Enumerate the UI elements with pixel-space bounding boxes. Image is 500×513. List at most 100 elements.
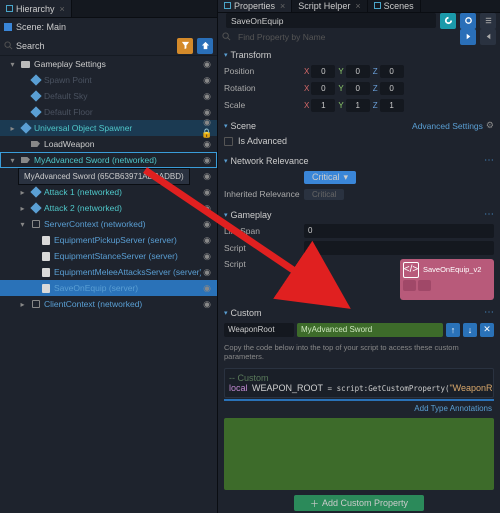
- tab-properties[interactable]: Properties×: [218, 0, 292, 12]
- chevron-down-icon: ▾: [344, 172, 349, 183]
- rot-z[interactable]: 0: [380, 82, 404, 95]
- script-action-2[interactable]: [418, 280, 431, 291]
- tree-row[interactable]: LoadWeapon◉: [0, 136, 217, 152]
- section-scene: ▾SceneAdvanced Settings⚙ Is Advanced: [218, 116, 500, 151]
- tab-icon: [6, 5, 13, 12]
- section-header[interactable]: ▾Gameplay⋯: [224, 207, 494, 223]
- tooltip: MyAdvanced Sword (65CB63971ADBADBD): [18, 168, 190, 185]
- relevance-dropdown[interactable]: Critical▾: [304, 171, 356, 184]
- sync-button[interactable]: [460, 13, 476, 29]
- tree-row[interactable]: ▸Universal Object Spawner◉🔒: [0, 120, 217, 136]
- tree-row[interactable]: ▸ClientContext (networked)◉: [0, 296, 217, 312]
- find-row: Find Property by Name: [218, 29, 500, 45]
- tree-row[interactable]: Default Sky◉: [0, 88, 217, 104]
- tree-row[interactable]: SaveOnEquip (server)◉: [0, 280, 217, 296]
- filter-button[interactable]: [177, 38, 193, 54]
- scl-z[interactable]: 1: [380, 99, 404, 112]
- hierarchy-tree[interactable]: ▾Gameplay Settings◉Spawn Point◉Default S…: [0, 56, 217, 513]
- tree-row[interactable]: ▸Attack 1 (networked)◉: [0, 184, 217, 200]
- close-icon[interactable]: ×: [280, 1, 285, 11]
- tab-icon: [224, 2, 231, 9]
- advanced-settings-link[interactable]: Advanced Settings: [412, 121, 483, 131]
- section-network: ▾Network Relevance⋯ Critical▾ Inherited …: [218, 151, 500, 205]
- inherited-value: Critical: [304, 189, 344, 200]
- scale-label: Scale: [224, 100, 300, 110]
- custom-hint: Copy the code below into the top of your…: [224, 339, 494, 367]
- rotation-label: Rotation: [224, 83, 300, 93]
- is-advanced-checkbox[interactable]: [224, 137, 233, 146]
- scl-x[interactable]: 1: [311, 99, 335, 112]
- more-icon[interactable]: ⋯: [484, 155, 494, 166]
- move-up-button[interactable]: ↑: [446, 323, 460, 337]
- rot-y[interactable]: 0: [346, 82, 370, 95]
- more-icon[interactable]: ⋯: [484, 307, 494, 318]
- section-header[interactable]: ▾Transform: [224, 47, 494, 63]
- properties-panel: Properties× Script Helper× Scenes SaveOn…: [218, 0, 500, 513]
- section-header[interactable]: ▾Custom⋯: [224, 305, 494, 321]
- close-icon[interactable]: ×: [60, 4, 65, 14]
- drop-zone[interactable]: [224, 418, 494, 490]
- tab-label: Hierarchy: [16, 4, 55, 14]
- revert-button[interactable]: [480, 29, 496, 45]
- pos-x[interactable]: 0: [311, 65, 335, 78]
- tree-row[interactable]: Spawn Point◉: [0, 72, 217, 88]
- tree-row[interactable]: ▸Attack 2 (networked)◉: [0, 200, 217, 216]
- inherited-label: Inherited Relevance: [224, 189, 300, 199]
- navigate-button[interactable]: [460, 29, 476, 45]
- script-input[interactable]: [304, 241, 494, 255]
- move-down-button[interactable]: ↓: [463, 323, 477, 337]
- close-icon[interactable]: ×: [355, 1, 360, 11]
- section-transform: ▾Transform PositionX0Y0Z0 RotationX0Y0Z0…: [218, 45, 500, 116]
- menu-button[interactable]: [480, 13, 496, 29]
- object-row: SaveOnEquip: [218, 13, 500, 29]
- custom-prop-name[interactable]: WeaponRoot: [224, 323, 294, 337]
- add-custom-property-button[interactable]: ＋Add Custom Property: [294, 495, 424, 511]
- tab-icon: [374, 2, 381, 9]
- right-tabbar: Properties× Script Helper× Scenes: [218, 0, 500, 13]
- script-action-1[interactable]: [403, 280, 416, 291]
- script2-label: Script: [224, 259, 300, 269]
- hierarchy-panel: Hierarchy × Scene: Main Search ▾Gameplay…: [0, 0, 218, 513]
- scene-header: Scene: Main: [0, 18, 217, 36]
- plus-icon: ＋: [310, 497, 319, 510]
- tree-row[interactable]: EquipmentStanceServer (server)◉: [0, 248, 217, 264]
- script-reference[interactable]: </>SaveOnEquip_v2: [400, 259, 494, 300]
- is-advanced-label: Is Advanced: [238, 136, 287, 146]
- tree-row[interactable]: EquipmentPickupServer (server)◉: [0, 232, 217, 248]
- pos-z[interactable]: 0: [380, 65, 404, 78]
- search-icon: [222, 32, 231, 41]
- scene-title: Scene: Main: [16, 22, 66, 32]
- tree-row[interactable]: EquipmentMeleeAttacksServer (server)◉: [0, 264, 217, 280]
- scene-icon: [4, 23, 12, 31]
- section-custom: ▾Custom⋯ WeaponRoot MyAdvanced Sword ↑ ↓…: [218, 303, 500, 513]
- object-name-input[interactable]: SaveOnEquip: [226, 13, 436, 28]
- delete-button[interactable]: ✕: [480, 323, 494, 337]
- position-label: Position: [224, 66, 300, 76]
- more-icon[interactable]: ⋯: [484, 209, 494, 220]
- lifespan-label: Life Span: [224, 226, 300, 236]
- code-snippet[interactable]: -- Custom local WEAPON_ROOT = script:Get…: [224, 368, 494, 398]
- rot-x[interactable]: 0: [311, 82, 335, 95]
- refresh-button[interactable]: [440, 13, 456, 29]
- gear-icon[interactable]: ⚙: [486, 120, 494, 131]
- tree-row[interactable]: Default Floor◉: [0, 104, 217, 120]
- lifespan-input[interactable]: 0: [304, 224, 494, 238]
- left-tabbar: Hierarchy ×: [0, 0, 217, 18]
- tab-scenes[interactable]: Scenes: [368, 0, 421, 12]
- search-input[interactable]: Search: [4, 41, 173, 51]
- pos-y[interactable]: 0: [346, 65, 370, 78]
- add-annotations-link[interactable]: Add Type Annotations: [224, 401, 494, 416]
- collapse-button[interactable]: [197, 38, 213, 54]
- tree-row[interactable]: ▾MyAdvanced Sword (networked)◉: [0, 152, 217, 168]
- section-header[interactable]: ▾SceneAdvanced Settings⚙: [224, 118, 494, 134]
- script-label: Script: [224, 243, 300, 253]
- section-header[interactable]: ▾Network Relevance⋯: [224, 153, 494, 169]
- search-row: Search: [0, 36, 217, 56]
- tab-script-helper[interactable]: Script Helper×: [292, 0, 367, 12]
- scl-y[interactable]: 1: [346, 99, 370, 112]
- tree-row[interactable]: ▾Gameplay Settings◉: [0, 56, 217, 72]
- custom-prop-value[interactable]: MyAdvanced Sword: [297, 323, 443, 337]
- find-input[interactable]: Find Property by Name: [235, 32, 456, 42]
- tree-row[interactable]: ▾ServerContext (networked)◉: [0, 216, 217, 232]
- tab-hierarchy[interactable]: Hierarchy ×: [0, 0, 72, 17]
